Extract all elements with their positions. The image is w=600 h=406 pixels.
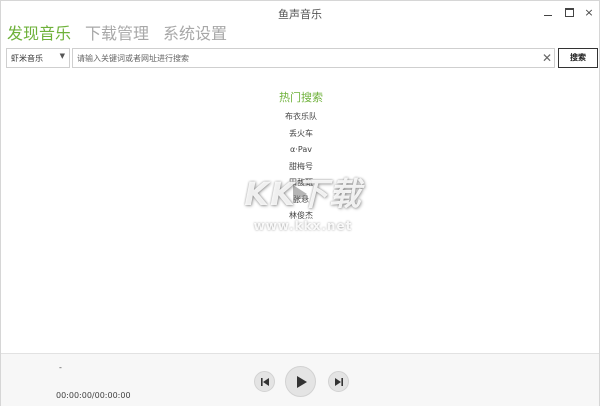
list-item: 丢火车	[1, 126, 600, 143]
minimize-button[interactable]	[541, 5, 555, 19]
previous-icon	[260, 377, 269, 386]
maximize-icon	[564, 7, 574, 17]
search-button[interactable]: 搜索	[558, 48, 598, 68]
dropdown-arrow-icon: ▼	[59, 52, 65, 60]
tab-discover-music[interactable]: 发现音乐	[7, 23, 71, 47]
hot-search-link[interactable]: 布衣乐队	[285, 112, 317, 121]
playback-time: 00:00:00/00:00:00	[56, 391, 131, 400]
list-item: 张悬	[1, 192, 600, 209]
current-song-name: -	[59, 363, 62, 372]
list-item: 甜梅号	[1, 159, 600, 176]
hot-search-link[interactable]: α·Pav	[290, 145, 312, 154]
next-button[interactable]	[328, 371, 349, 392]
tab-download-manager[interactable]: 下载管理	[85, 23, 149, 47]
tab-system-settings[interactable]: 系统设置	[163, 23, 227, 47]
previous-button[interactable]	[254, 371, 275, 392]
hot-search-link[interactable]: 丢火车	[289, 129, 313, 138]
close-button[interactable]: ×	[582, 5, 596, 19]
player-bar: - 00:00:00/00:00:00	[1, 353, 599, 406]
list-item: 林俊杰	[1, 208, 600, 225]
hot-search-link[interactable]: 田馥甄	[289, 178, 313, 187]
hot-search-list: 布衣乐队 丢火车 α·Pav 甜梅号 田馥甄 张悬 林俊杰	[1, 109, 600, 225]
play-icon	[296, 375, 307, 388]
maximize-button[interactable]	[562, 5, 576, 19]
clear-icon: ✕	[541, 51, 553, 65]
hot-search-link[interactable]: 张悬	[293, 195, 309, 204]
list-item: 田馥甄	[1, 175, 600, 192]
clear-search-button[interactable]: ✕	[540, 50, 554, 66]
list-item: 布衣乐队	[1, 109, 600, 126]
window-title: 鱼声音乐	[278, 8, 322, 21]
play-button[interactable]	[285, 366, 316, 397]
music-source-value: 虾米音乐	[11, 54, 43, 63]
hot-search-link[interactable]: 林俊杰	[289, 211, 313, 220]
title-bar: 鱼声音乐 ×	[1, 1, 599, 23]
hot-search-link[interactable]: 甜梅号	[289, 162, 313, 171]
hot-search-title: 热门搜索	[279, 91, 323, 104]
search-input[interactable]	[77, 50, 527, 66]
next-icon	[334, 377, 343, 386]
minimize-icon	[544, 14, 552, 16]
list-item: α·Pav	[1, 142, 600, 159]
music-source-select[interactable]: 虾米音乐 ▼	[6, 48, 70, 68]
close-icon: ×	[584, 5, 594, 19]
app-window: 鱼声音乐 × 发现音乐 下载管理 系统设置 虾米音乐 ▼ ✕ 搜索 热门搜索 布…	[0, 0, 600, 406]
main-tabs: 发现音乐 下载管理 系统设置	[7, 23, 241, 47]
search-box: ✕	[72, 48, 555, 68]
